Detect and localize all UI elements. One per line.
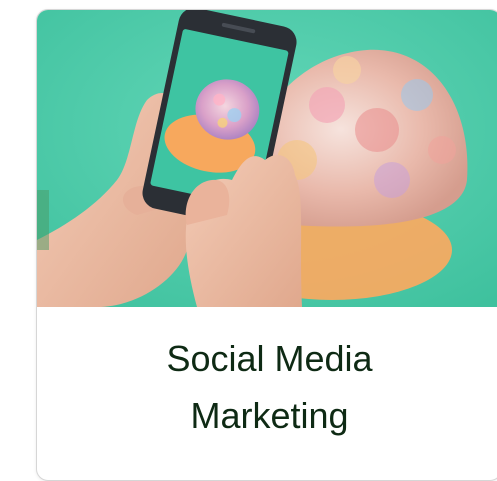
phone-photographing-cap-illustration — [37, 10, 497, 307]
card-title-line-2: Marketing — [190, 395, 349, 436]
card-title: Social Media Marketing — [37, 330, 497, 444]
social-media-marketing-card[interactable]: Social Media Marketing — [36, 9, 497, 481]
card-title-line-1: Social Media — [166, 338, 373, 379]
card-thumbnail-image — [37, 10, 497, 307]
